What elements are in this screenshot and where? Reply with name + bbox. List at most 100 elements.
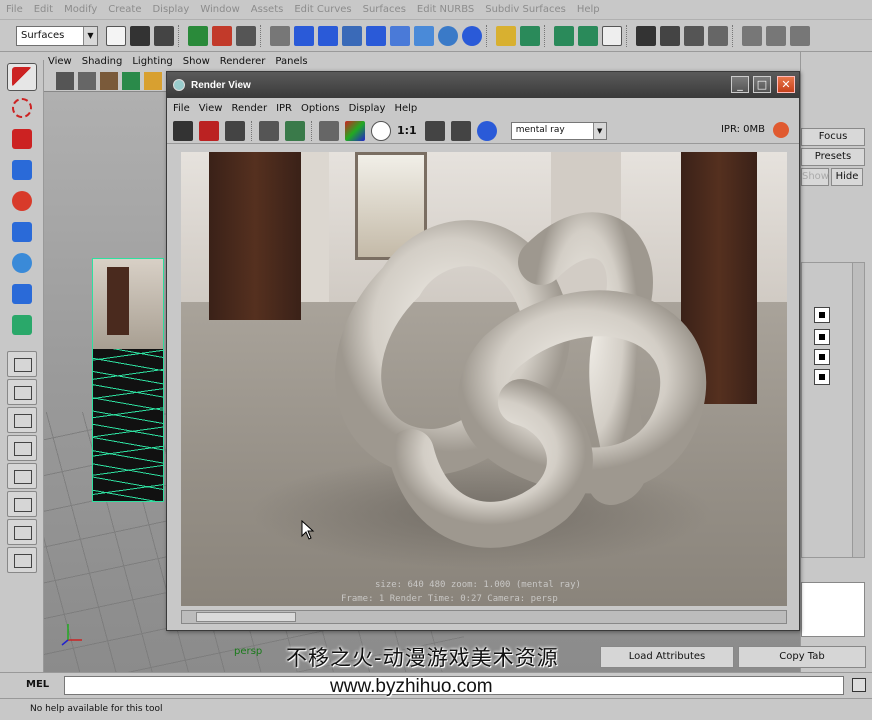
- dynamics-icon[interactable]: [414, 25, 434, 46]
- render-image[interactable]: size: 640 480 zoom: 1.000 (mental ray) F…: [181, 152, 787, 606]
- input-field-icon[interactable]: [742, 25, 762, 46]
- scrollbar-thumb[interactable]: [196, 612, 296, 622]
- snap-point-icon[interactable]: [578, 25, 598, 46]
- last-tool[interactable]: [7, 311, 37, 339]
- show-button[interactable]: Show: [801, 168, 829, 186]
- layout-single-button[interactable]: [7, 351, 37, 377]
- map-button-icon[interactable]: [814, 329, 830, 345]
- curve-icon[interactable]: [342, 25, 362, 46]
- menu-window[interactable]: Window: [200, 4, 239, 15]
- viewport-menu-lighting[interactable]: Lighting: [132, 56, 172, 67]
- render-frame-icon[interactable]: [636, 25, 656, 46]
- viewport-menu-panels[interactable]: Panels: [275, 56, 307, 67]
- menu-edit[interactable]: Edit: [34, 4, 53, 15]
- renderer-dropdown[interactable]: mental ray ▼: [510, 121, 607, 140]
- bookmark-icon[interactable]: [100, 72, 118, 90]
- render-view-title-bar[interactable]: Render View _ □ ✕: [167, 72, 799, 98]
- viewport-menu-renderer[interactable]: Renderer: [220, 56, 266, 67]
- soft-mod-tool[interactable]: [7, 280, 37, 308]
- channel-box-icon[interactable]: [766, 25, 786, 46]
- layout-hypershade-button[interactable]: [7, 519, 37, 545]
- menu-set-dropdown[interactable]: Surfaces ▼: [16, 25, 98, 46]
- real-size-button[interactable]: 1:1: [397, 124, 417, 137]
- ipr-icon[interactable]: [199, 120, 219, 141]
- channels-icon[interactable]: [319, 120, 339, 141]
- keep-image-icon[interactable]: [424, 120, 445, 141]
- snap-curve-icon[interactable]: [554, 25, 574, 46]
- layout-two-stack-button[interactable]: [7, 435, 37, 461]
- image-plane-icon[interactable]: [122, 72, 140, 90]
- display-options-icon[interactable]: [476, 120, 497, 141]
- close-button[interactable]: ✕: [777, 76, 795, 93]
- map-button-icon[interactable]: [814, 349, 830, 365]
- viewport-menu-show[interactable]: Show: [183, 56, 210, 67]
- rv-menu-view[interactable]: View: [199, 103, 223, 114]
- map-button-icon[interactable]: [814, 307, 830, 323]
- select-hierarchy-icon[interactable]: [188, 25, 208, 46]
- joint-icon[interactable]: [318, 25, 338, 46]
- select-tool[interactable]: [7, 63, 37, 91]
- history-icon[interactable]: [602, 25, 622, 46]
- menu-create[interactable]: Create: [108, 4, 141, 15]
- rendering-icon[interactable]: [438, 25, 458, 46]
- attribute-scrollbar[interactable]: [852, 263, 864, 557]
- menu-help[interactable]: Help: [577, 4, 600, 15]
- rotate-tool[interactable]: [7, 187, 37, 215]
- layout-more-button[interactable]: [7, 547, 37, 573]
- menu-display[interactable]: Display: [152, 4, 189, 15]
- menu-surfaces[interactable]: Surfaces: [363, 4, 406, 15]
- surface-icon[interactable]: [366, 25, 386, 46]
- menu-edit-curves[interactable]: Edit Curves: [294, 4, 351, 15]
- mask-icon[interactable]: [270, 25, 290, 46]
- alpha-channel-icon[interactable]: [371, 120, 391, 141]
- snap-grid-icon[interactable]: [520, 25, 540, 46]
- menu-file[interactable]: File: [6, 4, 23, 15]
- select-object-icon[interactable]: [212, 25, 232, 46]
- paint-select-tool[interactable]: [7, 125, 37, 153]
- ipr-render-icon[interactable]: [660, 25, 680, 46]
- presets-button[interactable]: Presets: [801, 148, 865, 166]
- grid-icon[interactable]: [144, 72, 162, 90]
- attribute-editor-icon[interactable]: [790, 25, 810, 46]
- copy-tab-button[interactable]: Copy Tab: [738, 646, 866, 668]
- move-tool[interactable]: [7, 156, 37, 184]
- rgb-channels-icon[interactable]: [345, 120, 365, 141]
- rv-menu-help[interactable]: Help: [394, 103, 417, 114]
- manipulator-tool[interactable]: [7, 249, 37, 277]
- select-component-icon[interactable]: [236, 25, 256, 46]
- lock-icon[interactable]: [496, 25, 516, 46]
- render-view-scrollbar[interactable]: [181, 610, 787, 624]
- layout-graph-button[interactable]: [7, 491, 37, 517]
- layout-outliner-button[interactable]: [7, 463, 37, 489]
- hide-button[interactable]: Hide: [831, 168, 863, 186]
- rv-menu-ipr[interactable]: IPR: [276, 103, 292, 114]
- hypershade-icon[interactable]: [708, 25, 728, 46]
- snapshot-icon[interactable]: [225, 120, 245, 141]
- viewport-menu-view[interactable]: View: [48, 56, 72, 67]
- menu-assets[interactable]: Assets: [251, 4, 284, 15]
- script-editor-icon[interactable]: [852, 678, 866, 692]
- new-scene-icon[interactable]: [106, 25, 126, 46]
- save-scene-icon[interactable]: [154, 25, 174, 46]
- layout-four-button[interactable]: [7, 379, 37, 405]
- rv-menu-render[interactable]: Render: [231, 103, 267, 114]
- layout-two-side-button[interactable]: [7, 407, 37, 433]
- rv-menu-file[interactable]: File: [173, 103, 190, 114]
- menu-modify[interactable]: Modify: [64, 4, 97, 15]
- load-attributes-button[interactable]: Load Attributes: [600, 646, 734, 668]
- rv-menu-options[interactable]: Options: [301, 103, 340, 114]
- rv-menu-display[interactable]: Display: [349, 103, 386, 114]
- redo-render-icon[interactable]: [173, 120, 193, 141]
- menu-subdiv-surfaces[interactable]: Subdiv Surfaces: [485, 4, 566, 15]
- minimize-button[interactable]: _: [731, 76, 749, 93]
- viewport-menu-shading[interactable]: Shading: [82, 56, 123, 67]
- deformer-icon[interactable]: [390, 25, 410, 46]
- remove-image-icon[interactable]: [450, 120, 471, 141]
- lasso-tool[interactable]: [7, 94, 37, 122]
- render-settings-icon[interactable]: [684, 25, 704, 46]
- focus-button[interactable]: Focus: [801, 128, 865, 146]
- ipr-stop-icon[interactable]: [773, 122, 789, 138]
- map-button-icon[interactable]: [814, 369, 830, 385]
- render-region-icon[interactable]: [259, 120, 279, 141]
- camera-icon[interactable]: [56, 72, 74, 90]
